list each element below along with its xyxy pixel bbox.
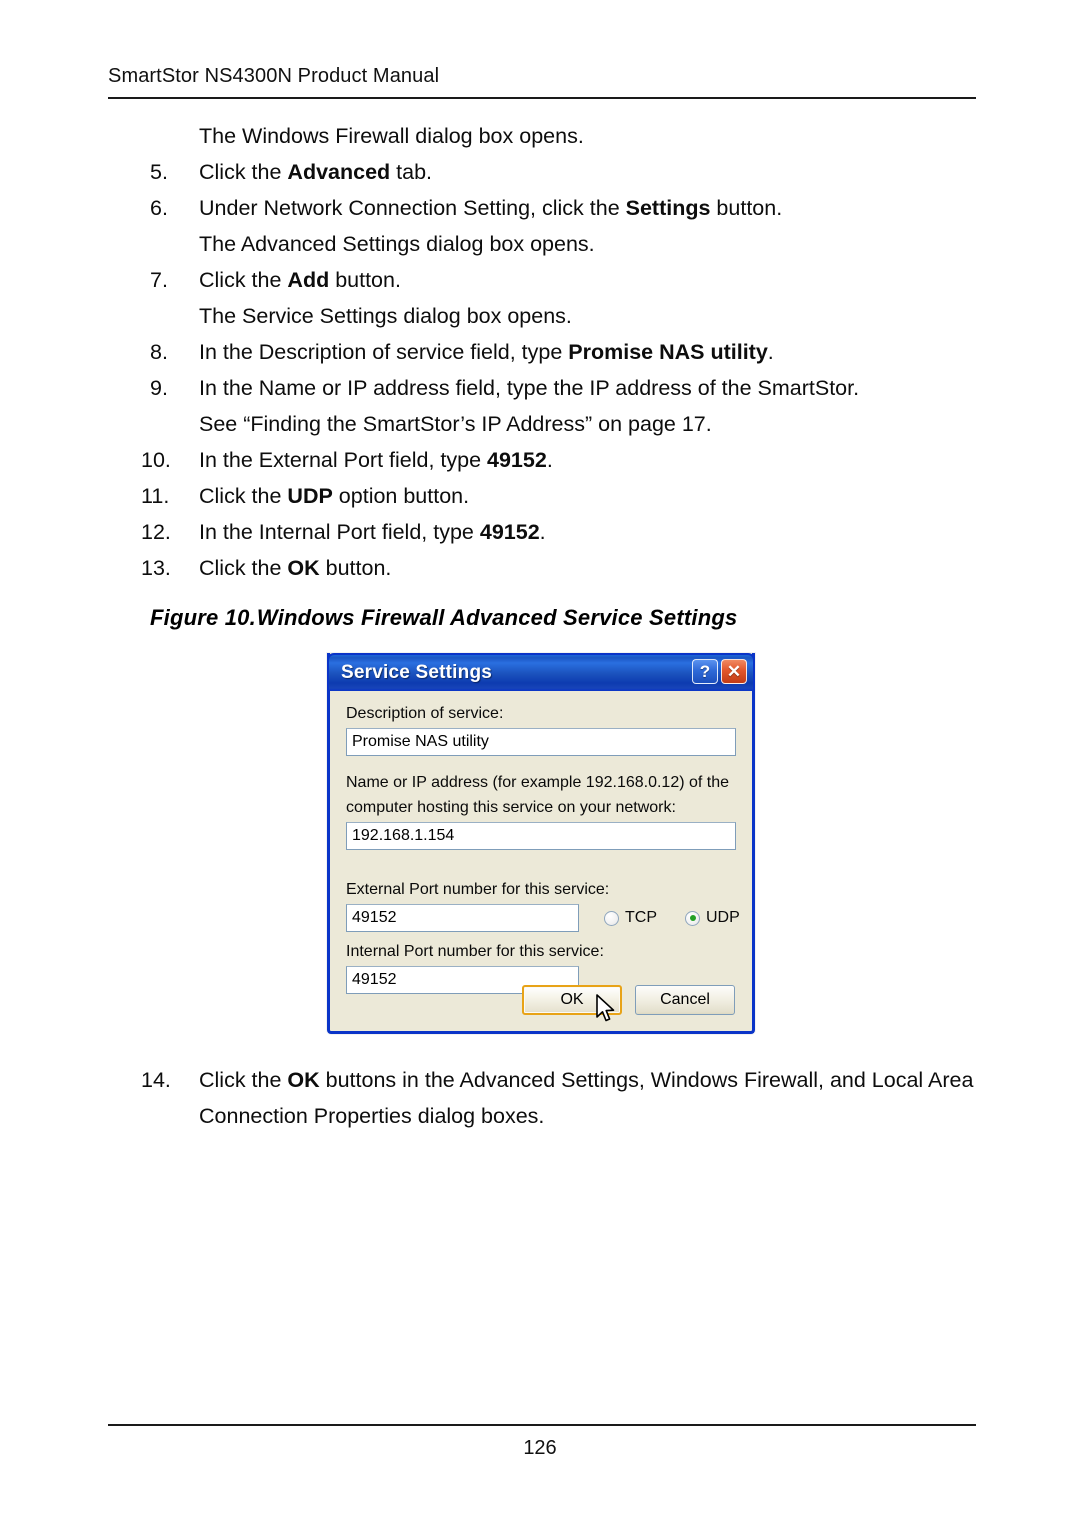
- dialog-body: Description of service: Promise NAS util…: [330, 691, 752, 994]
- cancel-button[interactable]: Cancel: [635, 985, 735, 1015]
- external-port-row: 49152 TCP UDP: [346, 904, 740, 932]
- step-text: Click the Advanced tab.: [199, 160, 433, 184]
- external-port-input[interactable]: 49152: [346, 904, 579, 932]
- step-text: The Advanced Settings dialog box opens.: [199, 232, 595, 256]
- external-port-label: External Port number for this service:: [346, 881, 610, 898]
- step-number: 8.: [150, 340, 168, 364]
- step-text: In the Description of service field, typ…: [199, 340, 774, 364]
- step-number: 11.: [141, 484, 170, 508]
- step-text: In the Internal Port field, type 49152.: [199, 520, 546, 544]
- step-text: Click the UDP option button.: [199, 484, 470, 508]
- intro-line: The Windows Firewall dialog box opens.: [199, 124, 584, 148]
- step-continuation: The Advanced Settings dialog box opens.: [108, 226, 988, 262]
- figure-label: Figure 10.: [150, 605, 256, 630]
- step-number: [108, 406, 199, 442]
- radio-tcp[interactable]: TCP: [604, 909, 657, 927]
- step-continuation: See “Finding the SmartStor’s IP Address”…: [108, 406, 988, 442]
- step-text: The Service Settings dialog box opens.: [199, 304, 572, 328]
- step-item: 9. In the Name or IP address field, type …: [108, 370, 988, 406]
- radio-udp[interactable]: UDP: [685, 909, 740, 927]
- step-text: Click the OK button.: [199, 556, 392, 580]
- step-number: 13.: [141, 556, 171, 580]
- ok-button[interactable]: OK: [522, 985, 622, 1015]
- step-item: 13. Click the OK button.: [108, 550, 988, 586]
- step-item: 10. In the External Port field, type 4915…: [108, 442, 988, 478]
- help-icon[interactable]: ?: [692, 659, 718, 684]
- step-text: Under Network Connection Setting, click …: [199, 196, 783, 220]
- step-text: Click the OK buttons in the Advanced Set…: [199, 1068, 974, 1128]
- host-label-line1: Name or IP address (for example 192.168.…: [346, 774, 730, 791]
- step-number: [108, 226, 199, 262]
- figure-caption-text: Windows Firewall Advanced Service Settin…: [256, 605, 738, 630]
- radio-tcp-bullet-icon: [604, 910, 619, 926]
- step-number: [108, 298, 199, 334]
- page-header: SmartStor NS4300N Product Manual: [108, 64, 976, 88]
- step-number: 12.: [141, 520, 171, 544]
- dialog-button-bar: OK Cancel: [522, 985, 735, 1015]
- radio-udp-bullet-icon: [685, 910, 700, 926]
- figure-caption: Figure 10.Windows Firewall Advanced Serv…: [150, 605, 737, 631]
- step-text: Click the Add button.: [199, 268, 401, 292]
- radio-udp-label: UDP: [706, 909, 740, 926]
- step-number: 14.: [141, 1068, 171, 1092]
- dialog-titlebar[interactable]: Service Settings ? ✕: [327, 653, 755, 691]
- step-item: 8. In the Description of service field, t…: [108, 334, 988, 370]
- step-item: 6. Under Network Connection Setting, clic…: [108, 190, 988, 226]
- footer-divider: [108, 1424, 976, 1426]
- description-input[interactable]: Promise NAS utility: [346, 728, 736, 756]
- step-number: 5.: [150, 160, 168, 184]
- protocol-radio-group: TCP UDP: [604, 909, 740, 927]
- instruction-list: The Windows Firewall dialog box opens. 5…: [108, 118, 988, 586]
- close-icon[interactable]: ✕: [721, 659, 747, 684]
- header-divider: [108, 97, 976, 99]
- step-item: 5. Click the Advanced tab.: [108, 154, 988, 190]
- step-number: 7.: [150, 268, 168, 292]
- step-text: See “Finding the SmartStor’s IP Address”…: [199, 412, 712, 436]
- step-item: 12. In the Internal Port field, type 4915…: [108, 514, 988, 550]
- step-number: 6.: [150, 196, 168, 220]
- step-item: 11. Click the UDP option button.: [108, 478, 988, 514]
- dialog-title: Service Settings: [341, 662, 493, 683]
- step-item: 7. Click the Add button.: [108, 262, 988, 298]
- host-label-line2: computer hosting this service on your ne…: [346, 799, 676, 816]
- radio-tcp-label: TCP: [625, 909, 657, 926]
- step-text: In the External Port field, type 49152.: [199, 448, 553, 472]
- step-continuation: The Service Settings dialog box opens.: [108, 298, 988, 334]
- titlebar-buttons: ? ✕: [692, 659, 747, 684]
- numbered-steps: 5. Click the Advanced tab. 6. Under Network…: [108, 154, 988, 586]
- step-number: 9.: [150, 376, 168, 400]
- step-item: 14. Click the OK buttons in the Advanced …: [108, 1062, 988, 1134]
- internal-port-label: Internal Port number for this service:: [346, 943, 604, 960]
- step-number: 10.: [141, 448, 171, 472]
- running-head-title: SmartStor NS4300N Product Manual: [108, 65, 440, 87]
- page-number: 126: [523, 1437, 557, 1459]
- service-settings-dialog: Service Settings ? ✕ Description of serv…: [327, 653, 755, 1034]
- step-text: In the Name or IP address field, type th…: [199, 376, 860, 400]
- host-input[interactable]: 192.168.1.154: [346, 822, 736, 850]
- description-label: Description of service:: [346, 705, 504, 722]
